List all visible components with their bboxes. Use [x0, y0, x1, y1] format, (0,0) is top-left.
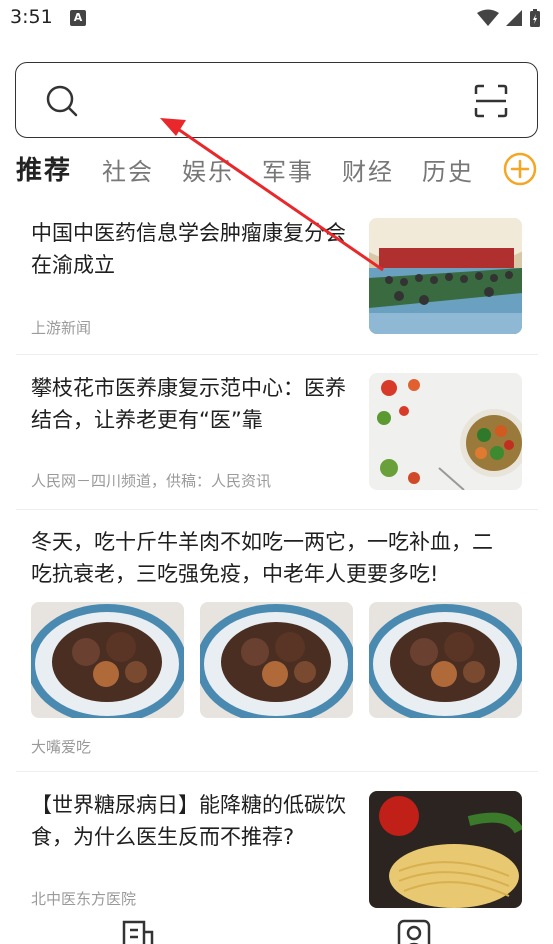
- channel-tabs: 推荐 社会 娱乐 军事 财经 历史: [0, 148, 553, 192]
- list-item[interactable]: 中国中医药信息学会肿瘤康复分会 在渝成立 上游新闻: [0, 205, 553, 355]
- wifi-icon: [477, 9, 499, 26]
- battery-icon: [530, 9, 540, 27]
- plus-circle-icon[interactable]: [503, 152, 537, 186]
- article-thumbnail: [369, 373, 522, 490]
- article-thumbnail: [369, 791, 522, 908]
- article-source: 人民网－四川频道，供稿：人民资讯: [31, 472, 272, 490]
- status-time: 3:51: [10, 6, 53, 28]
- tab-military[interactable]: 军事: [262, 152, 314, 187]
- article-title: 冬天，吃十斤牛羊肉不如吃一两它，一吃补血，二 吃抗衰老，三吃强免疫，中老年人更要…: [31, 530, 493, 586]
- status-bar: 3:51 A: [0, 0, 553, 40]
- status-indicators: [477, 8, 541, 28]
- tab-history[interactable]: 历史: [422, 152, 474, 187]
- bottom-nav: [0, 912, 553, 944]
- tab-finance[interactable]: 财经: [342, 152, 394, 187]
- news-icon[interactable]: [120, 918, 156, 944]
- list-item[interactable]: 【世界糖尿病日】能降糖的低碳饮 食，为什么医生反而不推荐? 北中医东方医院: [0, 772, 553, 912]
- article-source: 大嘴爱吃: [31, 738, 92, 756]
- article-thumbnail: [31, 602, 184, 718]
- article-source: 上游新闻: [31, 319, 92, 337]
- article-title: 【世界糖尿病日】能降糖的低碳饮 食，为什么医生反而不推荐?: [31, 793, 346, 849]
- article-title: 中国中医药信息学会肿瘤康复分会 在渝成立: [31, 221, 346, 277]
- tab-recommend[interactable]: 推荐: [16, 150, 72, 187]
- search-icon[interactable]: [44, 83, 80, 119]
- scan-icon[interactable]: [473, 83, 509, 119]
- signal-icon: [506, 10, 522, 26]
- profile-icon[interactable]: [396, 918, 432, 944]
- article-thumbnail: [369, 218, 522, 334]
- list-item[interactable]: 攀枝花市医养康复示范中心：医养 结合，让养老更有“医”靠 人民网－四川频道，供稿…: [0, 355, 553, 510]
- article-thumbnail: [200, 602, 353, 718]
- article-title: 攀枝花市医养康复示范中心：医养 结合，让养老更有“医”靠: [31, 376, 346, 432]
- tab-society[interactable]: 社会: [102, 152, 154, 187]
- notification-icon: A: [70, 10, 86, 26]
- search-box[interactable]: [15, 62, 538, 138]
- list-item[interactable]: 冬天，吃十斤牛羊肉不如吃一两它，一吃补血，二 吃抗衰老，三吃强免疫，中老年人更要…: [0, 510, 553, 772]
- article-source: 北中医东方医院: [31, 890, 137, 908]
- tab-entertainment[interactable]: 娱乐: [182, 152, 234, 187]
- article-thumbnail: [369, 602, 522, 718]
